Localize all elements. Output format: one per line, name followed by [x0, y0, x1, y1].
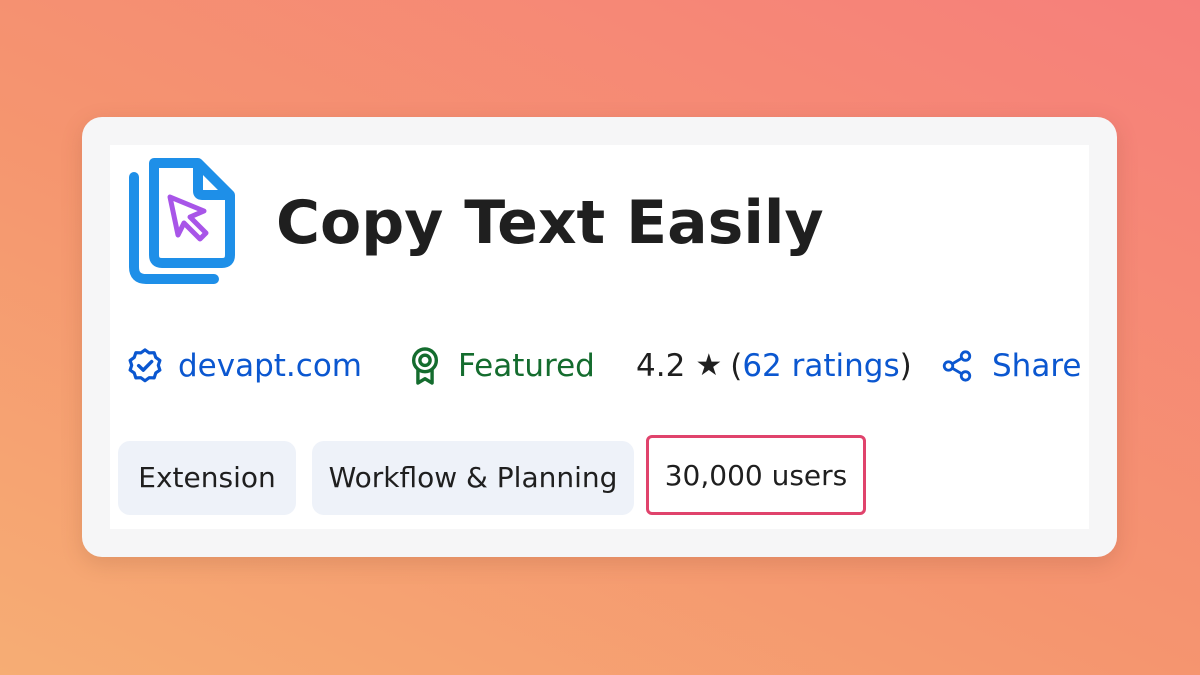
ratings-count-link[interactable]: 62 ratings	[742, 341, 899, 391]
type-chip[interactable]: Extension	[118, 441, 296, 515]
extension-title: Copy Text Easily	[276, 188, 824, 258]
featured-label: Featured	[458, 348, 595, 384]
star-icon: ★	[695, 348, 723, 383]
rating-open-paren: (	[730, 348, 743, 384]
verified-badge-icon	[128, 348, 162, 383]
share-label: Share	[992, 348, 1082, 384]
publisher-link[interactable]: devapt.com	[126, 341, 362, 391]
rating-value: 4.2	[636, 348, 686, 384]
rating-close-paren: )	[899, 348, 912, 384]
category-chip[interactable]: Workflow & Planning	[312, 441, 634, 515]
rating-summary: 4.2 ★ ( 62 ratings )	[636, 341, 912, 391]
extension-card: Copy Text Easily devapt.com Featured 4.2	[82, 117, 1117, 557]
publisher-name: devapt.com	[178, 348, 362, 384]
extension-meta-row: devapt.com Featured 4.2 ★ ( 62 ratings )	[110, 341, 1089, 391]
featured-badge: Featured	[408, 341, 595, 391]
users-count-chip: 30,000 users	[646, 435, 866, 515]
share-icon	[942, 350, 972, 382]
extension-header-panel: Copy Text Easily devapt.com Featured 4.2	[110, 145, 1089, 529]
copy-document-cursor-icon	[129, 158, 235, 284]
share-button[interactable]: Share	[940, 341, 1081, 391]
award-ribbon-icon	[411, 347, 439, 385]
